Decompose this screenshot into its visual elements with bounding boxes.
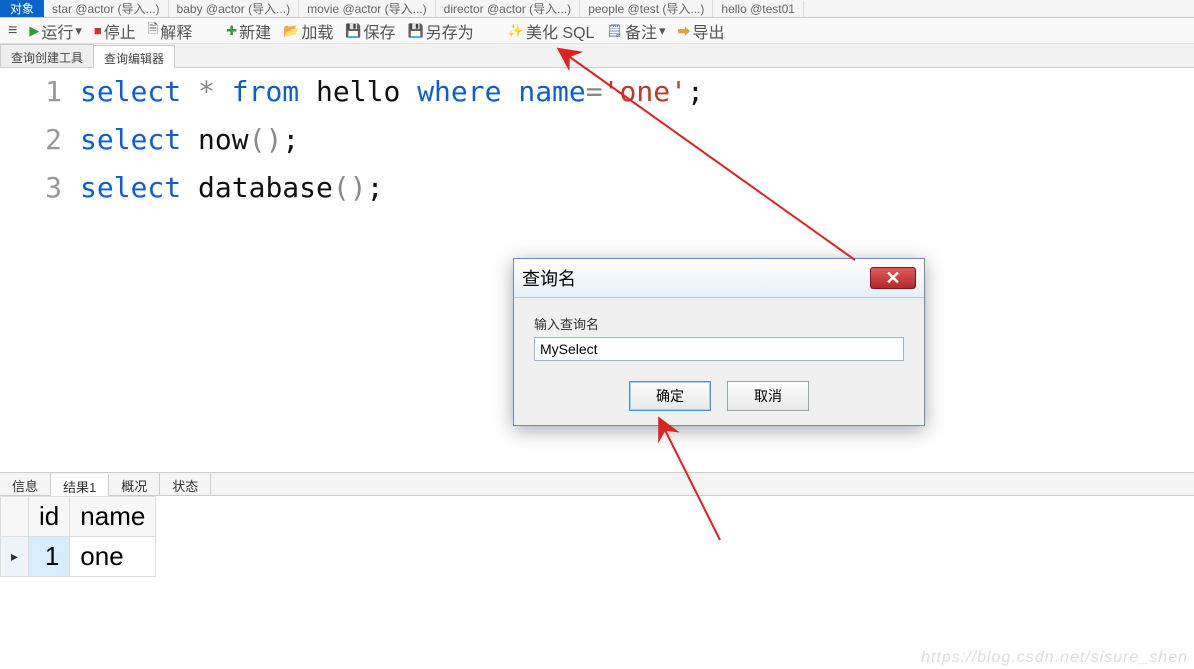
stop-icon: ■ xyxy=(94,23,102,38)
saveas-button[interactable]: 💾另存为 xyxy=(404,17,478,45)
tab-info[interactable]: 信息 xyxy=(0,473,51,495)
object-tab-movie[interactable]: movie @actor (导入...) xyxy=(299,0,436,18)
table-row[interactable]: ▸ 1 one xyxy=(1,537,156,577)
object-tab-star[interactable]: star @actor (导入...) xyxy=(44,0,169,18)
dropdown-icon: ▾ xyxy=(659,23,666,39)
run-label: 运行 xyxy=(41,19,73,43)
dropdown-icon: ▾ xyxy=(75,23,82,39)
column-header-id[interactable]: id xyxy=(29,497,70,537)
tab-query-builder[interactable]: 查询创建工具 xyxy=(0,44,94,67)
load-label: 加载 xyxy=(301,19,333,43)
saveas-label: 另存为 xyxy=(426,19,474,43)
dialog-title-text: 查询名 xyxy=(522,265,576,291)
column-header-name[interactable]: name xyxy=(70,497,156,537)
dialog-titlebar[interactable]: 查询名 ✕ xyxy=(514,259,924,298)
object-tab-director[interactable]: director @actor (导入...) xyxy=(436,0,581,18)
save-query-dialog: 查询名 ✕ 输入查询名 确定 取消 xyxy=(513,258,925,426)
toolbar-row: ≡ ▶运行▾ ■停止 🗎解释 ✚新建 📂加载 💾保存 💾另存为 ✨美化 SQL … xyxy=(0,18,1194,44)
object-tab-people[interactable]: people @test (导入...) xyxy=(580,0,713,18)
cell-id[interactable]: 1 xyxy=(29,537,70,577)
run-button[interactable]: ▶运行▾ xyxy=(25,17,86,45)
stop-label: 停止 xyxy=(104,19,136,43)
new-button[interactable]: ✚新建 xyxy=(222,17,275,45)
new-icon: ✚ xyxy=(226,23,237,39)
ok-button[interactable]: 确定 xyxy=(629,381,711,411)
query-subtabs: 查询创建工具 查询编辑器 xyxy=(0,44,1194,68)
dialog-body: 输入查询名 xyxy=(514,298,924,371)
tab-status[interactable]: 状态 xyxy=(160,473,211,495)
dialog-field-label: 输入查询名 xyxy=(534,314,904,333)
line-number: 3 xyxy=(0,164,80,212)
play-icon: ▶ xyxy=(29,23,39,39)
line-number: 1 xyxy=(0,68,80,116)
hamburger-icon[interactable]: ≡ xyxy=(0,22,25,40)
result-tab-bar: 信息 结果1 概况 状态 xyxy=(0,472,1194,496)
export-button[interactable]: ⮕导出 xyxy=(673,17,728,45)
object-tab-hello[interactable]: hello @test01 xyxy=(713,1,804,17)
note-button[interactable]: 🗒备注▾ xyxy=(602,17,669,45)
tab-result1[interactable]: 结果1 xyxy=(51,474,109,496)
saveas-icon: 💾 xyxy=(408,23,424,39)
code-line-content[interactable]: select database(); xyxy=(80,164,383,212)
watermark-text: https://blog.csdn.net/sisure_shen xyxy=(921,649,1188,667)
save-label: 保存 xyxy=(364,19,396,43)
load-button[interactable]: 📂加载 xyxy=(279,17,337,45)
export-label: 导出 xyxy=(693,19,725,43)
line-number: 2 xyxy=(0,116,80,164)
cancel-button[interactable]: 取消 xyxy=(727,381,809,411)
save-button[interactable]: 💾保存 xyxy=(341,17,399,45)
code-line-content[interactable]: select * from hello where name='one'; xyxy=(80,68,704,116)
object-tab-selected[interactable]: 对象 xyxy=(0,0,44,18)
object-tab-baby[interactable]: baby @actor (导入...) xyxy=(169,0,300,18)
folder-icon: 📂 xyxy=(283,23,299,39)
beautify-label: 美化 SQL xyxy=(526,19,594,43)
sparkle-icon: ✨ xyxy=(508,23,524,39)
toolbar: ▶运行▾ ■停止 🗎解释 ✚新建 📂加载 💾保存 💾另存为 ✨美化 SQL 🗒备… xyxy=(25,17,1194,45)
close-button[interactable]: ✕ xyxy=(870,267,916,289)
row-marker-header xyxy=(1,497,29,537)
new-label: 新建 xyxy=(239,19,271,43)
note-icon: 🗒 xyxy=(606,23,623,39)
explain-button[interactable]: 🗎解释 xyxy=(144,17,196,45)
export-icon: ⮕ xyxy=(677,21,690,40)
explain-icon: 🗎 xyxy=(148,20,158,42)
close-icon: ✕ xyxy=(885,268,900,289)
cell-name[interactable]: one xyxy=(70,537,156,577)
beautify-sql-button[interactable]: ✨美化 SQL xyxy=(504,17,599,45)
stop-button[interactable]: ■停止 xyxy=(90,17,140,45)
result-grid[interactable]: id name ▸ 1 one xyxy=(0,496,1194,577)
note-label: 备注 xyxy=(625,19,657,43)
query-name-input[interactable] xyxy=(534,337,904,361)
code-line-content[interactable]: select now(); xyxy=(80,116,299,164)
tab-query-editor[interactable]: 查询编辑器 xyxy=(93,45,175,68)
object-tab-bar: 对象 star @actor (导入...) baby @actor (导入..… xyxy=(0,0,1194,18)
row-marker: ▸ xyxy=(1,537,29,577)
save-icon: 💾 xyxy=(345,23,361,39)
dialog-actions: 确定 取消 xyxy=(514,371,924,425)
explain-label: 解释 xyxy=(160,19,192,43)
tab-profile[interactable]: 概况 xyxy=(109,473,160,495)
